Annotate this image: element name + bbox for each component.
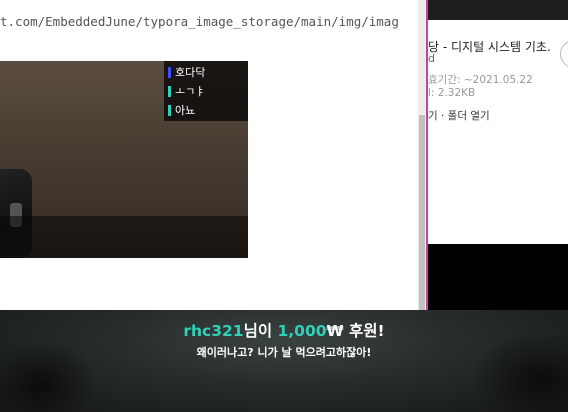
file-info-panel: 당 - 디지털 시스템 기초. d 효기간: ~2021.05.22 l: 2.… [426,0,568,136]
editor-scrollbar-thumb[interactable] [419,115,425,310]
currency-symbol: ₩ [326,322,344,340]
file-title[interactable]: 당 - 디지털 시스템 기초. [428,38,551,55]
donation-alert: rhc321님이 1,000₩ 후원! [0,319,568,341]
circle-icon[interactable] [560,40,568,68]
vote-bar-1 [168,67,171,78]
donation-amount: 1,000 [277,322,327,340]
donor-name: rhc321 [183,322,244,340]
image-url-text[interactable]: t.com/EmbeddedJune/typora_image_storage/… [0,14,399,29]
vote-option: 호다닥 [168,64,244,83]
panel-blank-area [426,136,568,244]
vote-option-label: 호다닥 [175,66,206,79]
vote-option: 아뇨 [168,102,244,121]
panel-topbar [428,0,568,20]
video-bottom-shade [0,216,248,258]
file-title-continuation: d [428,52,435,65]
vote-overlay: 호다닥 ㅗㄱㅑ 아뇨 [164,61,248,121]
file-expiry: 효기간: ~2021.05.22 [428,74,533,86]
vote-bar-3 [168,105,171,116]
vote-option: ㅗㄱㅑ [168,83,244,102]
overlay-shadow-right [470,330,568,412]
vote-option-label: 아뇨 [175,104,196,117]
file-size: l: 2.32KB [428,87,476,99]
file-actions[interactable]: 기 · 폴더 열기 [428,108,490,123]
panel-dark-area [426,244,568,310]
donor-suffix: 님이 [243,322,278,340]
editor-window: t.com/EmbeddedJune/typora_image_storage/… [0,0,426,310]
donation-message: 왜이러나고? 니가 날 먹으려고하잖아! [196,346,372,359]
embedded-video-frame[interactable]: 호다닥 ㅗㄱㅑ 아뇨 [0,61,248,258]
stream-donation-overlay: rhc321님이 1,000₩ 후원! 왜이러나고? 니가 날 먹으려고하잖아! [0,310,568,412]
vote-bar-2 [168,86,171,97]
vote-option-label: ㅗㄱㅑ [175,85,206,98]
donation-word: 후원! [343,322,385,340]
